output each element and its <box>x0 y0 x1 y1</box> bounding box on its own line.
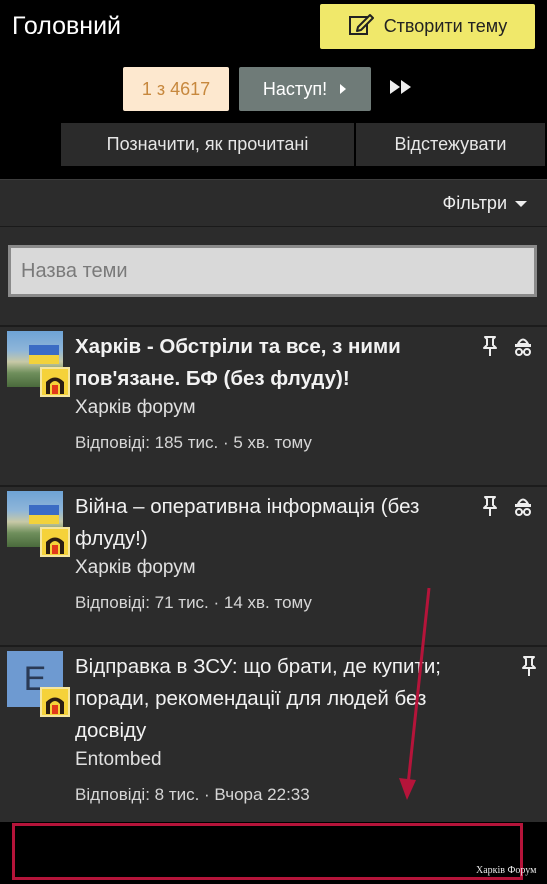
filter-bar: Фільтри <box>0 179 547 227</box>
pin-icon <box>480 335 500 357</box>
chevron-right-icon <box>339 79 347 100</box>
pagination: 1 з 4617 Наступ! <box>0 67 547 111</box>
watched-icon <box>512 335 534 357</box>
filters-label: Фільтри <box>442 193 507 213</box>
thread-title[interactable]: Відправка в ЗСУ: що брати, де купити; по… <box>75 651 495 747</box>
annotation-highlight-box <box>12 823 523 880</box>
forum-icon <box>40 527 70 557</box>
next-page-label: Наступ! <box>262 78 328 99</box>
thread-meta: Відповіді: 185 тис. · 5 хв. тому <box>75 433 312 452</box>
search-area <box>0 227 547 309</box>
thread-meta: Відповіді: 8 тис. · Вчора 22:33 <box>75 785 310 804</box>
thread-title[interactable]: Харків - Обстріли та все, з ними пов'яза… <box>75 331 480 395</box>
page-indicator[interactable]: 1 з 4617 <box>123 67 229 111</box>
page-title: Головний <box>12 12 122 40</box>
top-bar: Головний Створити тему <box>0 0 547 60</box>
thread-title[interactable]: Війна – оперативна інформація (без флуду… <box>75 491 480 555</box>
thread-list-panel: Фільтри Харків - Обстріли та все, з ними… <box>0 179 547 822</box>
pin-icon <box>519 655 539 677</box>
create-thread-label: Створити тему <box>383 16 508 36</box>
watched-icon <box>512 495 534 517</box>
fast-forward-icon <box>389 79 413 100</box>
pin-icon <box>480 495 500 517</box>
forum-icon <box>40 687 70 717</box>
create-thread-button[interactable]: Створити тему <box>320 4 535 49</box>
thread-actions: Позначити, як прочитані Відстежувати <box>61 123 545 166</box>
thread-forum[interactable]: Харків форум <box>75 557 196 579</box>
thread-item[interactable]: E Відправка в ЗСУ: що брати, де купити; … <box>0 645 547 822</box>
thread-avatar <box>7 331 70 397</box>
thread-item[interactable]: Війна – оперативна інформація (без флуду… <box>0 485 547 645</box>
last-page-button[interactable] <box>387 75 415 103</box>
thread-forum[interactable]: Харків форум <box>75 397 196 419</box>
thread-meta: Відповіді: 71 тис. · 14 хв. тому <box>75 593 312 612</box>
thread-avatar: E <box>7 651 70 717</box>
forum-icon <box>40 367 70 397</box>
thread-title-search-input[interactable] <box>8 245 537 297</box>
next-page-button[interactable]: Наступ! <box>239 67 371 111</box>
thread-avatar <box>7 491 70 557</box>
edit-icon <box>348 12 374 41</box>
filters-dropdown[interactable]: Фільтри <box>443 193 527 214</box>
watch-button[interactable]: Відстежувати <box>356 123 545 166</box>
thread-author[interactable]: Entombed <box>75 749 162 771</box>
thread-item[interactable]: Харків - Обстріли та все, з ними пов'яза… <box>0 325 547 485</box>
caret-down-icon <box>515 200 527 207</box>
mark-read-button[interactable]: Позначити, як прочитані <box>61 123 354 166</box>
watermark: Харків Форум <box>476 865 537 876</box>
